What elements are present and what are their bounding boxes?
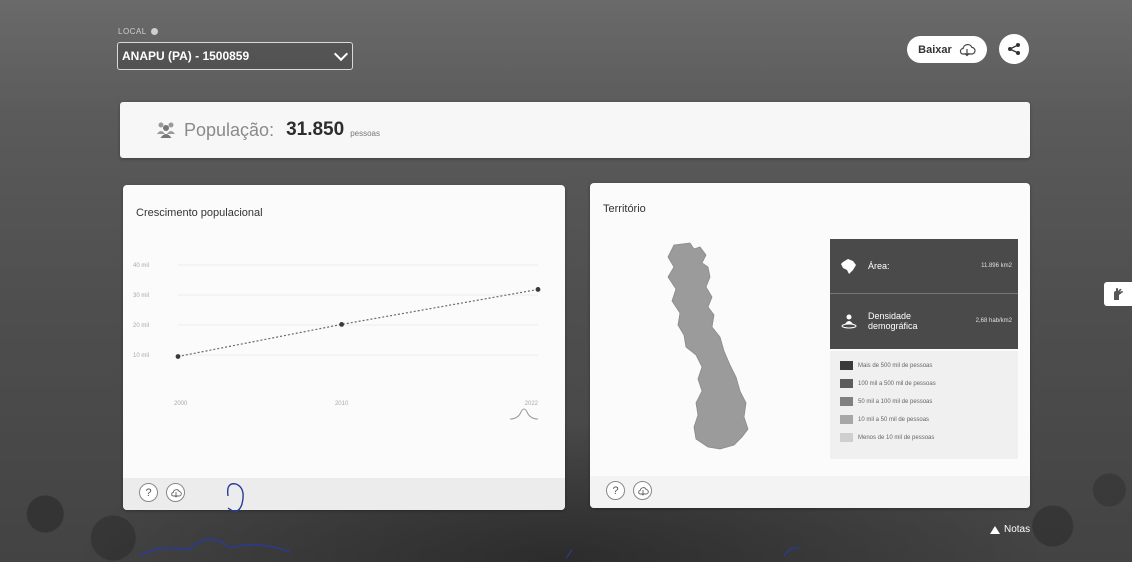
info-icon [151,28,159,36]
background: LOCAL ANAPU (PA) - 1500859 Baixar Popula… [0,0,1132,562]
local-label: LOCAL [118,27,159,36]
territory-panel-footer: ? [590,476,1030,508]
download-map-button[interactable] [633,481,652,500]
people-icon [157,122,175,138]
growth-panel-footer: ? [123,478,565,510]
legend-item: 100 mil a 500 mil de pessoas [840,379,936,388]
series-line [177,288,539,358]
legend-swatch [840,397,853,406]
accessibility-button[interactable] [1104,282,1132,306]
density-row: Densidade demográfica 2,68 hab/km2 [830,294,1018,348]
municipality-map [667,242,749,450]
population-unit: pessoas [350,128,380,138]
legend-item: 50 mil a 100 mil de pessoas [840,397,932,406]
legend-item: Menos de 10 mil de pessoas [840,433,934,442]
warning-icon [990,525,1000,534]
territory-panel: Território Área: 11.896 km2 Densidade de… [590,183,1030,508]
density-label: Densidade demográfica [868,311,918,331]
download-button[interactable]: Baixar [907,36,987,63]
notes-label: Notas [1004,524,1031,535]
y-tick-label: 40 mil [133,263,149,269]
territory-info-box: Área: 11.896 km2 Densidade demográfica 2,… [830,239,1018,349]
population-label: População: [184,119,275,140]
person-pin-icon [841,314,857,329]
area-row: Área: 11.896 km2 [830,239,1018,294]
x-tick-label: 2000 [174,401,188,407]
cloud-download-icon [959,43,976,56]
legend-item: 10 mil a 50 mil de pessoas [840,415,929,424]
growth-panel: Crescimento populacional 10 mil 20 mil 30 … [123,185,565,510]
legend-swatch [840,379,853,388]
territory-panel-title: Território [603,203,646,215]
brazil-map-icon [841,259,856,274]
bell-curve-icon [509,408,539,420]
local-select-value: ANAPU (PA) - 1500859 [122,49,250,63]
x-tick-label: 2010 [335,401,349,407]
legend-swatch [840,415,853,424]
area-value: 11.896 km2 [981,263,1012,269]
data-point [535,287,541,292]
legend-item: Mais de 500 mil de pessoas [840,361,932,370]
notes-link[interactable]: Notas [990,524,1030,535]
population-value: 31.850 [286,119,345,140]
cloud-download-icon [637,486,649,496]
data-point [339,322,345,327]
map-legend: Mais de 500 mil de pessoas 100 mil a 500… [830,351,1018,459]
y-tick-label: 20 mil [133,323,149,329]
y-tick-label: 10 mil [133,353,149,359]
density-value: 2,68 hab/km2 [975,318,1012,324]
chevron-down-icon [333,46,349,62]
growth-chart: 10 mil20 mil30 mil40 mil2000 2010 2022 [133,263,541,407]
population-card: População: 31.850 pessoas [120,102,1030,158]
share-button[interactable] [999,34,1029,64]
legend-swatch [840,361,853,370]
help-button[interactable]: ? [139,483,158,502]
local-select[interactable]: ANAPU (PA) - 1500859 [117,42,353,70]
hand-sign-icon [1114,288,1123,300]
cloud-download-icon [170,488,182,498]
help-button[interactable]: ? [606,481,625,500]
download-button-label: Baixar [918,43,952,56]
download-chart-button[interactable] [166,483,185,502]
data-point [175,354,181,359]
area-label: Área: [868,261,890,271]
y-tick-label: 30 mil [133,293,149,299]
share-icon [1008,43,1020,55]
legend-swatch [840,433,853,442]
